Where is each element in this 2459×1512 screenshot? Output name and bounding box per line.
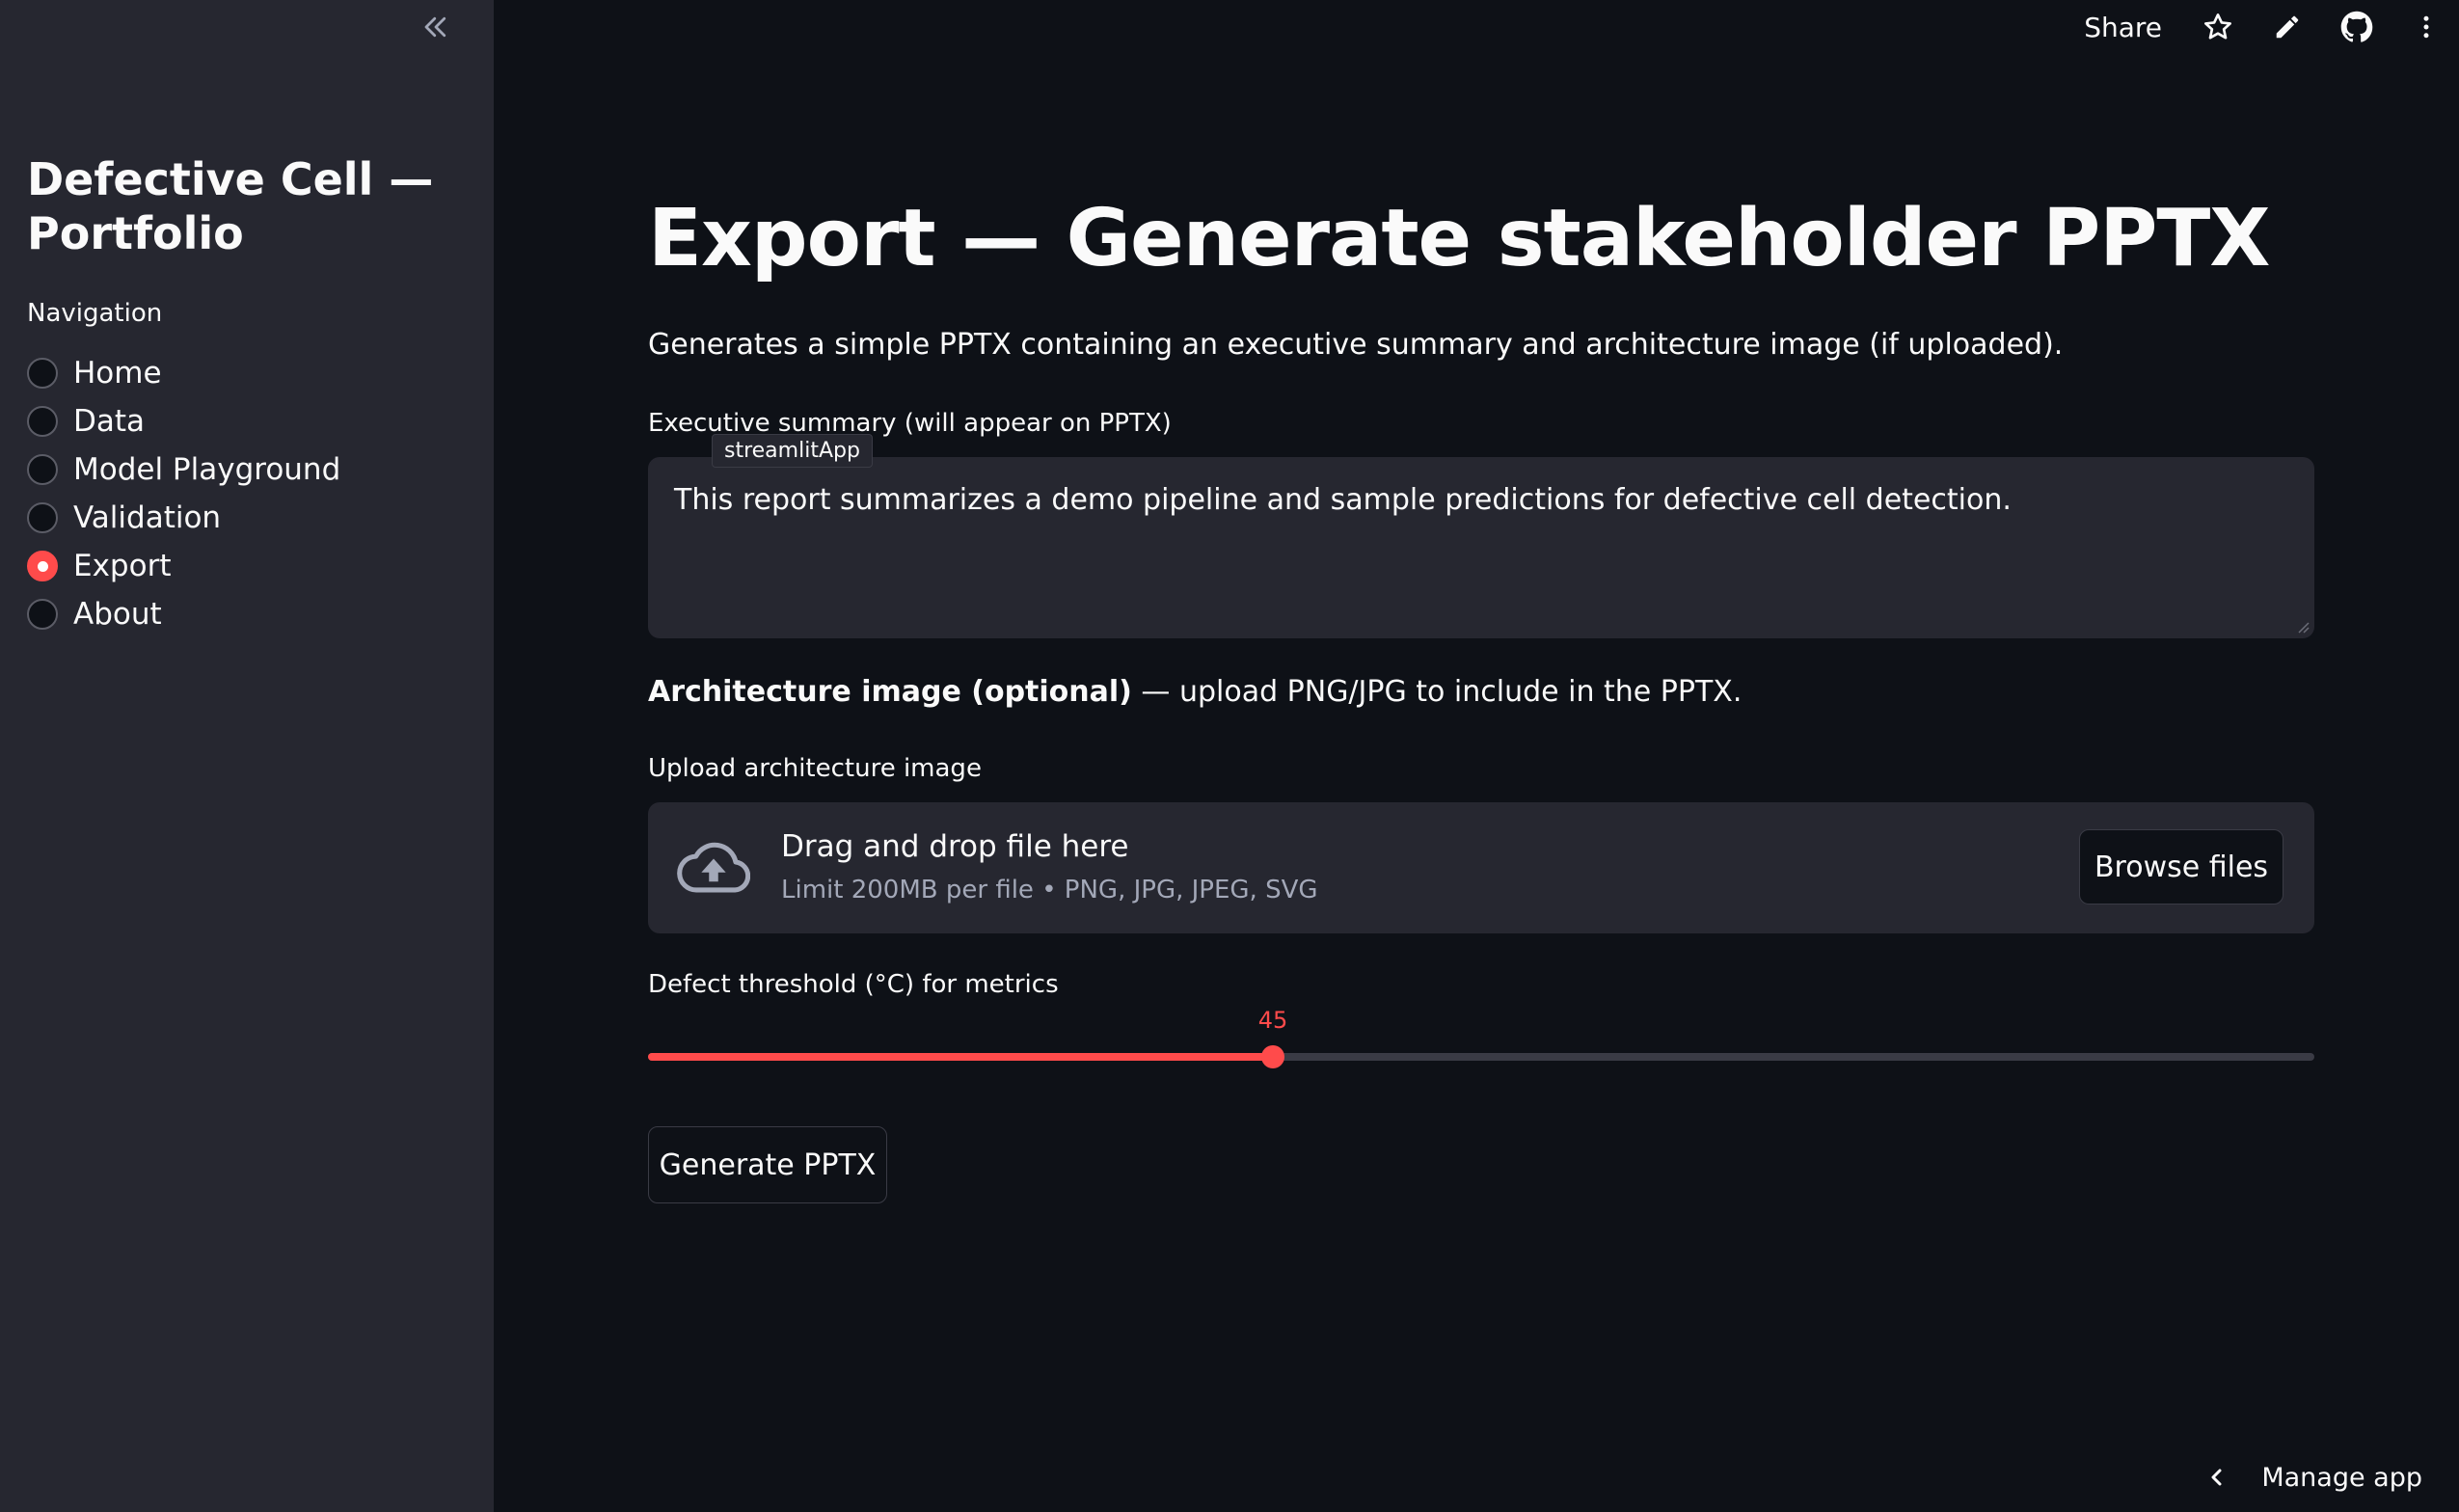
slider-value: 45: [1257, 1007, 1288, 1034]
collapse-sidebar-button[interactable]: [413, 6, 459, 48]
generate-pptx-button[interactable]: Generate PPTX: [648, 1126, 887, 1203]
sidebar-title: Defective Cell — Portfolio: [27, 153, 434, 259]
star-icon: [2204, 13, 2231, 40]
chevron-left-icon: [2211, 1469, 2222, 1486]
nav-item-label: Validation: [73, 500, 222, 535]
architecture-description: Architecture image (optional) — upload P…: [648, 675, 1742, 709]
cloud-upload-icon: [677, 842, 750, 893]
github-icon: [2340, 11, 2373, 42]
slider-fill: [648, 1053, 1273, 1061]
more-vertical-icon: [2423, 15, 2429, 39]
double-chevron-left-icon: [424, 16, 446, 38]
radio-button[interactable]: [27, 454, 58, 485]
dropzone-limits: Limit 200MB per file • PNG, JPG, JPEG, S…: [781, 876, 1318, 904]
nav-item-label: About: [73, 597, 162, 632]
executive-summary-textarea[interactable]: This report summarizes a demo pipeline a…: [648, 457, 2314, 638]
manage-app-label: Manage app: [2261, 1462, 2422, 1493]
nav-item-about[interactable]: About: [27, 590, 340, 638]
nav-item-validation[interactable]: Validation: [27, 494, 340, 542]
pencil-icon: [2276, 15, 2299, 39]
radio-button[interactable]: [27, 358, 58, 389]
file-dropzone[interactable]: Drag and drop file here Limit 200MB per …: [648, 802, 2314, 933]
sidebar: Defective Cell — Portfolio Navigation Ho…: [0, 0, 494, 1512]
app-root: Defective Cell — Portfolio Navigation Ho…: [0, 0, 2459, 1512]
radio-button[interactable]: [27, 599, 58, 630]
browse-files-button[interactable]: Browse files: [2079, 829, 2283, 904]
header-toolbar: Share: [2084, 0, 2459, 54]
radio-button-selected[interactable]: [27, 551, 58, 581]
star-button[interactable]: [2197, 6, 2239, 48]
navigation-label: Navigation: [27, 299, 163, 328]
nav-item-label: Home: [73, 356, 162, 391]
nav-item-export[interactable]: Export: [27, 542, 340, 590]
architecture-title: Architecture image (optional): [648, 675, 1132, 709]
page-title: Export — Generate stakeholder PPTX: [648, 193, 2270, 284]
dropzone-title: Drag and drop file here: [781, 829, 1129, 864]
upload-label: Upload architecture image: [648, 754, 982, 783]
navigation-radio-group: Home Data Model Playground Validation Ex…: [27, 349, 340, 638]
share-button[interactable]: Share: [2084, 12, 2162, 43]
nav-item-home[interactable]: Home: [27, 349, 340, 397]
github-button[interactable]: [2336, 6, 2378, 48]
architecture-hint: — upload PNG/JPG to include in the PPTX.: [1131, 675, 1743, 709]
radio-button[interactable]: [27, 406, 58, 437]
resize-grip-icon[interactable]: [2296, 620, 2310, 634]
tooltip: streamlitApp: [712, 434, 873, 468]
slider-thumb[interactable]: [1261, 1045, 1284, 1068]
edit-button[interactable]: [2266, 6, 2309, 48]
page-caption: Generates a simple PPTX containing an ex…: [648, 328, 2064, 362]
nav-item-label: Model Playground: [73, 452, 341, 487]
slider-label: Defect threshold (°C) for metrics: [648, 970, 1059, 999]
nav-item-label: Data: [73, 404, 146, 439]
threshold-slider[interactable]: [648, 1045, 2314, 1068]
nav-item-model-playground[interactable]: Model Playground: [27, 446, 340, 494]
radio-button[interactable]: [27, 502, 58, 533]
nav-item-data[interactable]: Data: [27, 397, 340, 446]
executive-summary-value: This report summarizes a demo pipeline a…: [674, 483, 2012, 517]
nav-item-label: Export: [73, 549, 172, 583]
manage-app-button[interactable]: Manage app: [2205, 1456, 2422, 1498]
more-options-button[interactable]: [2405, 6, 2447, 48]
